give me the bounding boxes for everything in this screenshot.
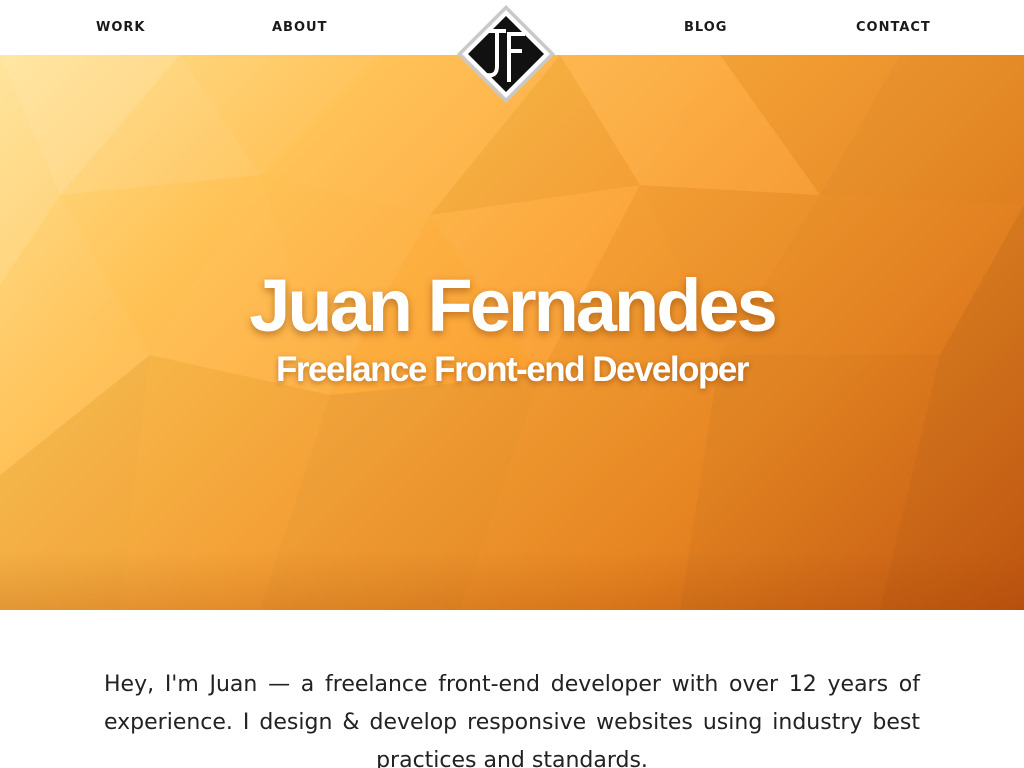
hero-bottom-shade (0, 550, 1024, 610)
nav-link-blog[interactable]: BLOG (684, 20, 727, 35)
nav-link-about[interactable]: ABOUT (272, 20, 327, 35)
nav-link-contact[interactable]: CONTACT (856, 20, 931, 35)
nav-link-work[interactable]: WORK (96, 20, 145, 35)
page: WORK ABOUT BLOG CONTACT Juan Fernandes F… (0, 0, 1024, 768)
hero-banner: Juan Fernandes Freelance Front-end Devel… (0, 55, 1024, 610)
intro-paragraph: Hey, I'm Juan — a freelance front-end de… (104, 672, 920, 768)
hero-title: Juan Fernandes (249, 264, 778, 347)
hero-subtitle: Freelance Front-end Developer (276, 350, 749, 389)
jf-logo-icon[interactable] (456, 4, 556, 104)
